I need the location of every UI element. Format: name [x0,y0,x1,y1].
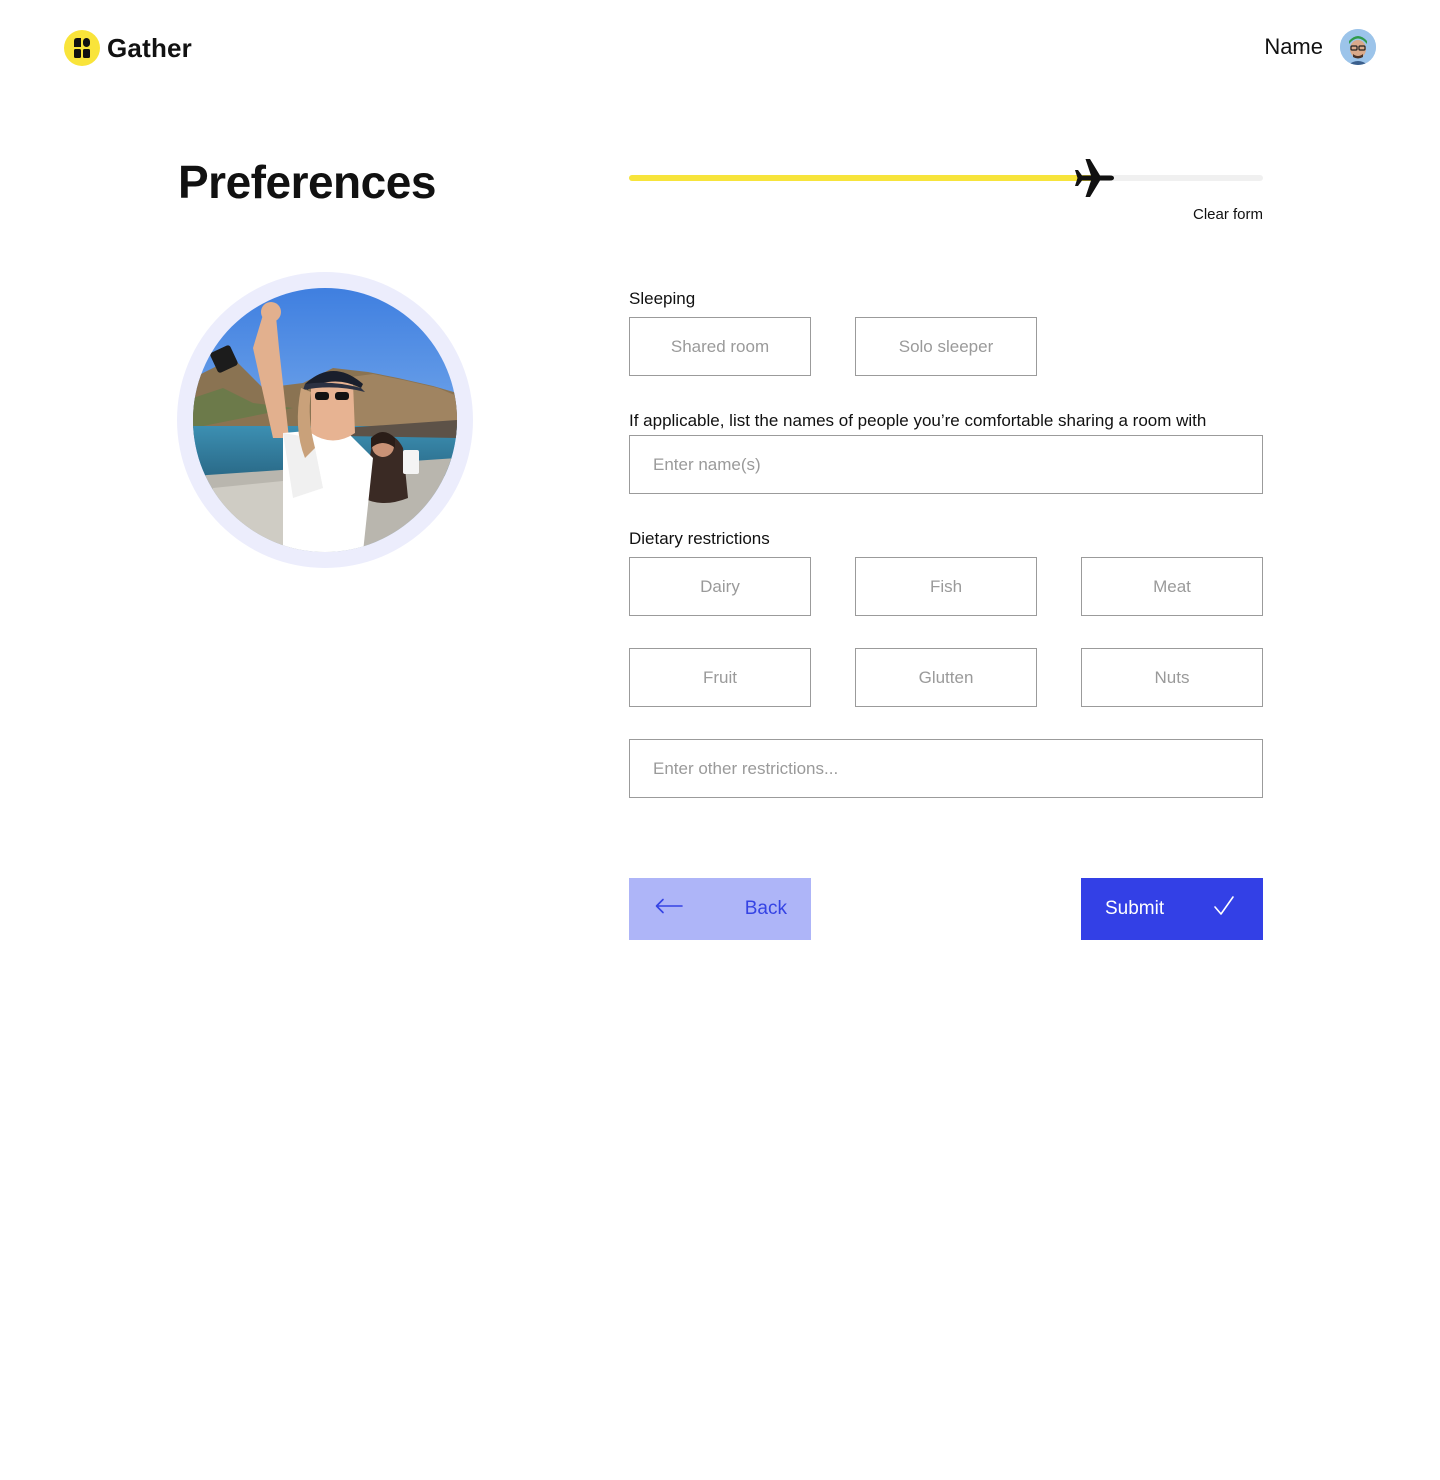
progress-track [629,175,1263,181]
arrow-left-icon [655,898,683,920]
gather-logo-icon [64,30,100,66]
progress-bar [629,155,1263,201]
option-shared-room[interactable]: Shared room [629,317,811,376]
dietary-label: Dietary restrictions [629,529,770,548]
brand-logo-link[interactable]: Gather [64,29,192,67]
back-button-label: Back [744,898,787,919]
option-dairy[interactable]: Dairy [629,557,811,616]
roommates-label: If applicable, list the names of people … [629,411,1207,430]
brand-name: Gather [107,32,193,63]
option-nuts[interactable]: Nuts [1081,648,1263,707]
option-fish[interactable]: Fish [855,557,1037,616]
airplane-icon [1072,155,1118,201]
option-solo-sleeper[interactable]: Solo sleeper [855,317,1037,376]
submit-button-label: Submit [1105,898,1165,919]
back-button[interactable]: Back [629,878,811,940]
submit-button[interactable]: Submit [1081,878,1263,940]
roommates-input[interactable] [629,435,1263,494]
avatar[interactable] [1340,29,1376,65]
profile-photo-frame [177,272,473,568]
profile-photo [193,288,457,552]
option-fruit[interactable]: Fruit [629,648,811,707]
page-title: Preferences [178,156,436,208]
checkmark-icon [1213,895,1235,923]
option-meat[interactable]: Meat [1081,557,1263,616]
clear-form-link[interactable]: Clear form [1193,206,1263,223]
other-restrictions-input[interactable] [629,739,1263,798]
user-name: Name [1264,34,1323,59]
sleeping-label: Sleeping [629,289,696,308]
option-glutten[interactable]: Glutten [855,648,1037,707]
user-menu[interactable]: Name [1264,28,1376,66]
progress-fill [629,175,1099,181]
